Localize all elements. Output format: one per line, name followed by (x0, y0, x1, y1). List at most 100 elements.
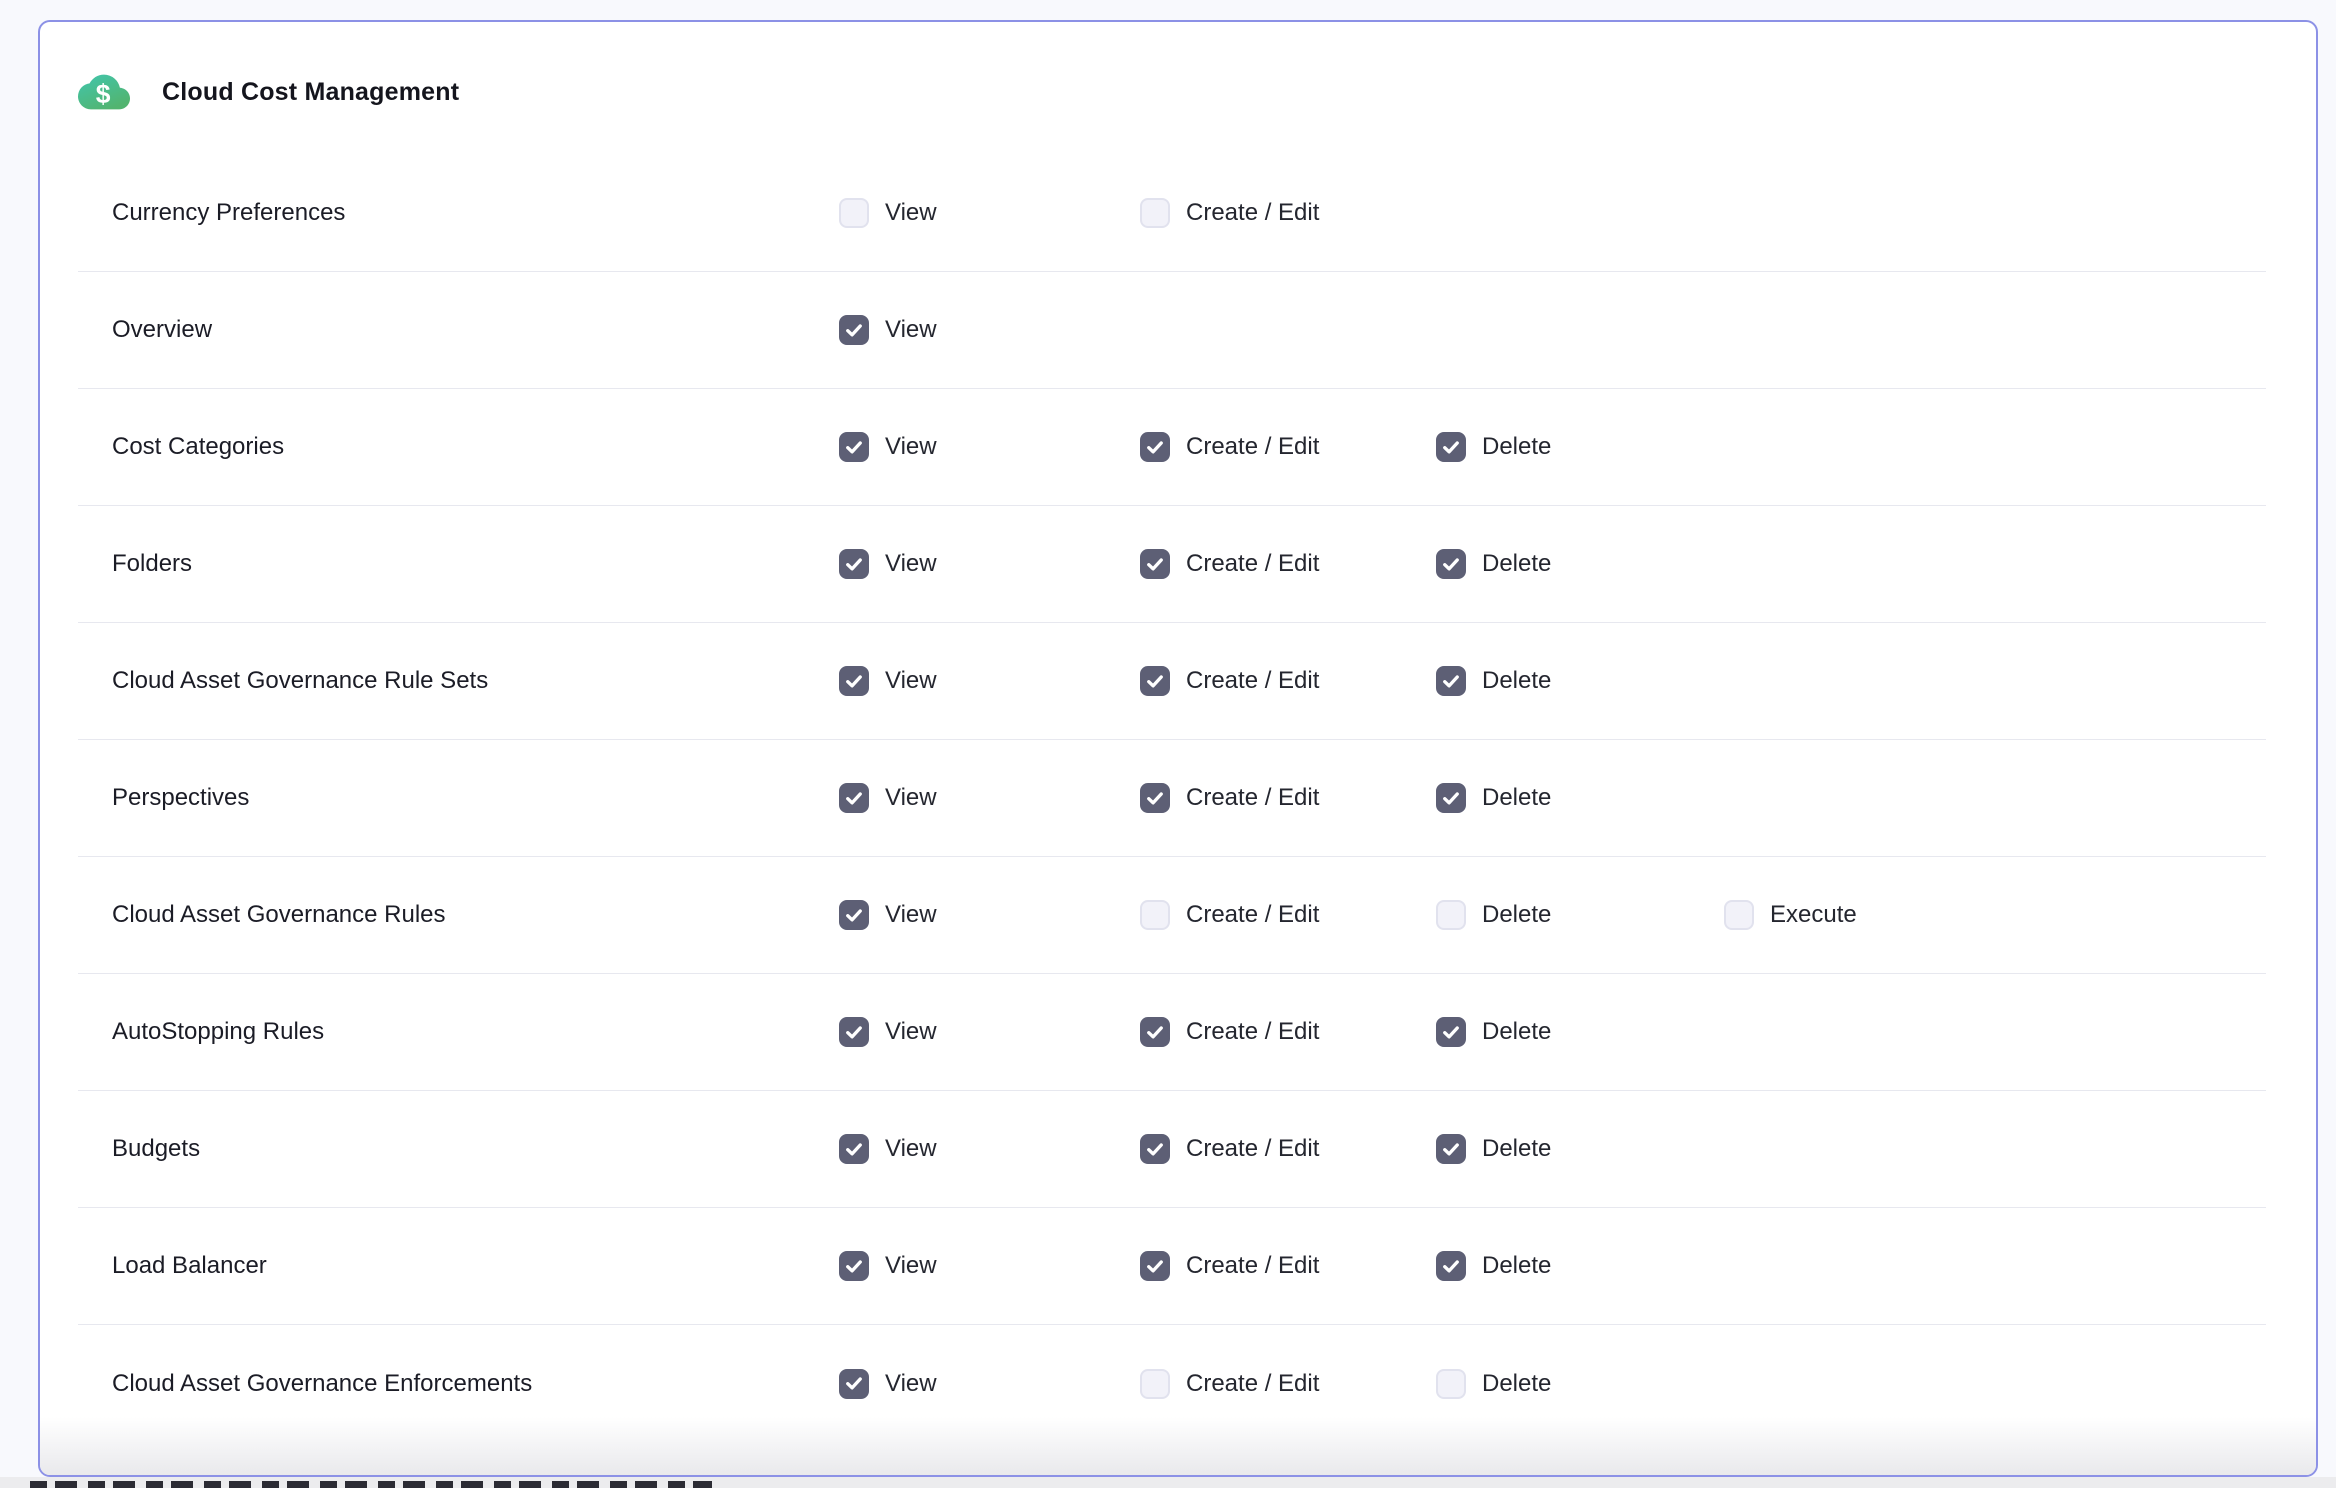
permission-option[interactable]: View (839, 432, 1140, 462)
permission-option[interactable]: View (839, 549, 1140, 579)
permission-row: Budgets View Create / Edit Delete (78, 1091, 2266, 1208)
permission-checkbox[interactable] (1436, 1251, 1466, 1281)
permission-checkbox[interactable] (1140, 666, 1170, 696)
permission-checkbox[interactable] (1436, 1369, 1466, 1399)
permission-row: Cloud Asset Governance Enforcements View… (78, 1325, 2266, 1442)
permission-checkbox[interactable] (839, 198, 869, 228)
permission-checkbox[interactable] (839, 1251, 869, 1281)
permission-label: View (885, 1018, 937, 1046)
permission-option[interactable]: Create / Edit (1140, 666, 1436, 696)
permission-checkbox[interactable] (839, 549, 869, 579)
permission-checkbox[interactable] (1140, 1017, 1170, 1047)
permission-checkbox[interactable] (1436, 432, 1466, 462)
permission-checkbox[interactable] (839, 783, 869, 813)
permission-label: View (885, 433, 937, 461)
resource-label: Cost Categories (112, 433, 839, 461)
permission-option[interactable]: Create / Edit (1140, 900, 1436, 930)
permission-label: Create / Edit (1186, 199, 1319, 227)
permission-option[interactable]: View (839, 1134, 1140, 1164)
permission-label: View (885, 667, 937, 695)
permission-option[interactable]: View (839, 783, 1140, 813)
permission-option[interactable]: Delete (1436, 1251, 1724, 1281)
permission-label: View (885, 784, 937, 812)
permission-checkbox[interactable] (1724, 900, 1754, 930)
permission-option[interactable]: View (839, 1017, 1140, 1047)
permission-row: Folders View Create / Edit Delete (78, 506, 2266, 623)
permission-option[interactable]: Create / Edit (1140, 432, 1436, 462)
permission-label: Create / Edit (1186, 1018, 1319, 1046)
check-icon (1146, 1259, 1164, 1274)
permission-checkbox[interactable] (1140, 432, 1170, 462)
permission-row: Overview View (78, 272, 2266, 389)
permission-option[interactable]: View (839, 900, 1140, 930)
permission-option[interactable]: Create / Edit (1140, 1134, 1436, 1164)
permission-checkbox[interactable] (1140, 1369, 1170, 1399)
permission-option[interactable]: Delete (1436, 900, 1724, 930)
check-icon (845, 1376, 863, 1391)
permission-checkbox[interactable] (839, 1017, 869, 1047)
permission-option[interactable]: Delete (1436, 1369, 1724, 1399)
permission-option[interactable]: Execute (1724, 900, 2266, 930)
permission-checkbox[interactable] (1436, 549, 1466, 579)
permission-row: Load Balancer View Create / Edit Delete (78, 1208, 2266, 1325)
permission-option[interactable]: Create / Edit (1140, 1251, 1436, 1281)
permission-label: View (885, 316, 937, 344)
permission-checkbox[interactable] (839, 666, 869, 696)
permission-option[interactable]: Create / Edit (1140, 1369, 1436, 1399)
check-icon (845, 1025, 863, 1040)
permission-checkbox[interactable] (1140, 1251, 1170, 1281)
permission-option[interactable]: Delete (1436, 666, 1724, 696)
permission-checkbox[interactable] (1436, 1017, 1466, 1047)
permission-checkbox[interactable] (1436, 666, 1466, 696)
permission-label: View (885, 1135, 937, 1163)
permission-option[interactable]: Delete (1436, 549, 1724, 579)
permission-option[interactable]: View (839, 315, 1140, 345)
permission-option[interactable]: Create / Edit (1140, 549, 1436, 579)
permission-option[interactable]: Delete (1436, 1134, 1724, 1164)
permission-option[interactable]: Delete (1436, 432, 1724, 462)
permission-checkbox[interactable] (839, 315, 869, 345)
permission-option[interactable]: Create / Edit (1140, 1017, 1436, 1047)
permission-option[interactable]: Delete (1436, 783, 1724, 813)
check-icon (845, 323, 863, 338)
permission-label: Create / Edit (1186, 1370, 1319, 1398)
permission-row: Perspectives View Create / Edit Delete (78, 740, 2266, 857)
permission-checkbox[interactable] (1140, 783, 1170, 813)
permission-label: Delete (1482, 667, 1551, 695)
permission-checkbox[interactable] (839, 432, 869, 462)
check-icon (1146, 1142, 1164, 1157)
permission-checkbox[interactable] (1140, 198, 1170, 228)
permission-option[interactable]: View (839, 198, 1140, 228)
check-icon (1146, 440, 1164, 455)
check-icon (845, 791, 863, 806)
check-icon (1146, 791, 1164, 806)
permission-option[interactable]: View (839, 1369, 1140, 1399)
permission-row: Cloud Asset Governance Rule Sets View Cr… (78, 623, 2266, 740)
permission-checkbox[interactable] (1140, 549, 1170, 579)
permission-option[interactable]: Create / Edit (1140, 198, 1436, 228)
permission-checkbox[interactable] (1140, 1134, 1170, 1164)
permission-row: Currency Preferences View Create / Edit (78, 155, 2266, 272)
permission-option[interactable]: Create / Edit (1140, 783, 1436, 813)
permission-label: Create / Edit (1186, 784, 1319, 812)
check-icon (845, 674, 863, 689)
permission-checkbox[interactable] (1436, 1134, 1466, 1164)
permission-option[interactable]: Delete (1436, 1017, 1724, 1047)
resource-label: Cloud Asset Governance Rules (112, 901, 839, 929)
permission-option[interactable]: View (839, 666, 1140, 696)
clipped-text-strip (0, 1477, 2336, 1488)
permission-checkbox[interactable] (839, 900, 869, 930)
permission-checkbox[interactable] (839, 1134, 869, 1164)
permission-row: Cloud Asset Governance Rules View Create… (78, 857, 2266, 974)
permission-label: View (885, 901, 937, 929)
check-icon (1442, 1259, 1460, 1274)
resource-label: Perspectives (112, 784, 839, 812)
permission-checkbox[interactable] (1436, 900, 1466, 930)
permission-option[interactable]: View (839, 1251, 1140, 1281)
permission-checkbox[interactable] (1436, 783, 1466, 813)
permission-checkbox[interactable] (839, 1369, 869, 1399)
check-icon (1442, 1025, 1460, 1040)
permission-checkbox[interactable] (1140, 900, 1170, 930)
check-icon (1442, 674, 1460, 689)
resource-label: Overview (112, 316, 839, 344)
